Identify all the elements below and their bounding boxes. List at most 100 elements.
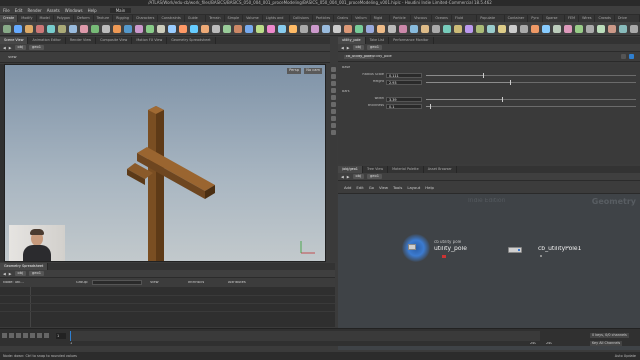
shelf-tab[interactable]: Viscous Fluids bbox=[411, 15, 433, 27]
shelf-tab[interactable]: Sparse Pyro FX bbox=[543, 15, 566, 27]
visualize-icon[interactable] bbox=[331, 123, 336, 128]
shelf-tab[interactable]: Grains bbox=[334, 15, 353, 22]
lock-icon[interactable] bbox=[331, 67, 336, 72]
shelf-tab[interactable]: Modify bbox=[18, 15, 37, 22]
shelf-tab[interactable]: Simple FX bbox=[225, 15, 244, 27]
shelf-tab[interactable]: Vellum bbox=[352, 15, 371, 22]
back-arrow-icon[interactable]: ◀ bbox=[341, 46, 344, 50]
shelf-tool-icon[interactable] bbox=[102, 24, 110, 33]
playhead[interactable] bbox=[70, 331, 71, 341]
tab-render-view[interactable]: Render View bbox=[66, 37, 97, 44]
shelf-tool-icon[interactable] bbox=[223, 24, 231, 33]
rewind-icon[interactable] bbox=[2, 333, 7, 338]
shelf-tool-icon[interactable] bbox=[476, 24, 484, 33]
slider-knob[interactable] bbox=[482, 73, 484, 78]
shelf-tool-icon[interactable] bbox=[212, 24, 220, 33]
view-label[interactable]: View bbox=[8, 56, 17, 60]
shelf-tab[interactable]: Drive Simulation bbox=[615, 15, 640, 27]
play-icon[interactable] bbox=[30, 333, 35, 338]
shelf-tab[interactable]: Wires bbox=[579, 15, 596, 22]
timeline-bar[interactable] bbox=[70, 331, 540, 341]
tab-geometry-spreadsheet-bottom[interactable]: Geometry Spreadsheet bbox=[0, 263, 49, 270]
shelf-tool-icon[interactable] bbox=[586, 24, 594, 33]
menu-layout[interactable]: Layout bbox=[407, 185, 420, 190]
param-value-field[interactable]: 3.39 bbox=[386, 96, 422, 102]
shelf-tab[interactable]: Create bbox=[0, 15, 19, 22]
shelf-tool-icon[interactable] bbox=[465, 24, 473, 33]
shelf-tool-icon[interactable] bbox=[344, 24, 352, 33]
shelf-tab[interactable]: Oceans bbox=[432, 15, 452, 22]
shelf-tab[interactable]: Volume bbox=[243, 15, 263, 22]
shelf-tool-icon[interactable] bbox=[3, 24, 11, 33]
forward-arrow-icon[interactable]: ▶ bbox=[9, 272, 12, 276]
shelf-tool-icon[interactable] bbox=[322, 24, 330, 33]
shelf-tool-icon[interactable] bbox=[14, 24, 22, 33]
shelf-tab[interactable]: Fluid Containers bbox=[452, 15, 478, 27]
shelf-tool-icon[interactable] bbox=[421, 24, 429, 33]
shelf-tab[interactable]: Collisions bbox=[290, 15, 313, 22]
desktop-selector[interactable]: Main bbox=[109, 7, 132, 13]
end-frame-field-2[interactable]: 240 bbox=[546, 342, 552, 345]
menu-assets[interactable]: Assets bbox=[47, 8, 60, 13]
menu-edit[interactable]: Edit bbox=[356, 185, 363, 190]
shelf-tool-icon[interactable] bbox=[597, 24, 605, 33]
camera-icon[interactable] bbox=[331, 95, 336, 100]
shelf-tool-icon[interactable] bbox=[146, 24, 154, 33]
shelf-tool-icon[interactable] bbox=[80, 24, 88, 33]
shelf-tab[interactable]: Texture bbox=[94, 15, 114, 22]
tab-material-palette[interactable]: Material Palette bbox=[388, 166, 424, 173]
shelf-tool-icon[interactable] bbox=[124, 24, 132, 33]
shelf-tool-icon[interactable] bbox=[190, 24, 198, 33]
shelf-tool-icon[interactable] bbox=[47, 24, 55, 33]
step-forward-icon[interactable] bbox=[37, 333, 42, 338]
tab-motion-fx-view[interactable]: Motion FX View bbox=[132, 37, 168, 44]
param-slider[interactable] bbox=[426, 80, 636, 85]
stop-icon[interactable] bbox=[23, 333, 28, 338]
menu-windows[interactable]: Windows bbox=[65, 8, 83, 13]
shelf-tab[interactable]: Guide Process bbox=[185, 15, 207, 27]
shelf-tool-icon[interactable] bbox=[520, 24, 528, 33]
wireframe-icon[interactable] bbox=[331, 88, 336, 93]
shelf-tool-icon[interactable] bbox=[201, 24, 209, 33]
shelf-tool-icon[interactable] bbox=[91, 24, 99, 33]
back-arrow-icon[interactable]: ◀ bbox=[341, 175, 344, 179]
menu-edit[interactable]: Edit bbox=[15, 8, 23, 13]
path-geo1[interactable]: geo1 bbox=[29, 45, 44, 50]
tab-geometry-spreadsheet[interactable]: Geometry Spreadsheet bbox=[167, 37, 216, 44]
menu-add[interactable]: Add bbox=[344, 185, 351, 190]
menu-render[interactable]: Render bbox=[27, 8, 41, 13]
shelf-tool-icon[interactable] bbox=[256, 24, 264, 33]
shelf-tool-icon[interactable] bbox=[333, 24, 341, 33]
scene-viewport[interactable]: Persp No cam bbox=[4, 64, 326, 262]
shelf-tool-icon[interactable] bbox=[531, 24, 539, 33]
shelf-tool-icon[interactable] bbox=[278, 24, 286, 33]
node-utility-pole-label[interactable]: utility_pole bbox=[434, 246, 467, 252]
shelf-tab[interactable]: Container Tools bbox=[505, 15, 529, 27]
back-arrow-icon[interactable]: ◀ bbox=[3, 46, 6, 50]
shelf-tool-icon[interactable] bbox=[399, 24, 407, 33]
shelf-tab[interactable]: Crowds bbox=[595, 15, 615, 22]
shelf-tool-icon[interactable] bbox=[454, 24, 462, 33]
menu-file[interactable]: File bbox=[3, 8, 10, 13]
shelf-tool-icon[interactable] bbox=[267, 24, 275, 33]
forward-arrow-icon[interactable]: ▶ bbox=[347, 175, 350, 179]
end-frame-field[interactable]: 240 bbox=[530, 342, 536, 345]
shelf-tool-icon[interactable] bbox=[113, 24, 121, 33]
shelf-tab[interactable]: Characters bbox=[133, 15, 159, 22]
shelf-tab[interactable]: Populate Containers bbox=[477, 15, 505, 27]
tab-network-editor[interactable]: /obj/geo1 bbox=[338, 166, 363, 173]
path-obj[interactable]: obj bbox=[14, 45, 27, 50]
param-section-header[interactable]: Base bbox=[342, 66, 350, 69]
path-obj[interactable]: obj bbox=[14, 271, 27, 276]
network-editor[interactable]: Indie Edition Geometry cb utility pole u… bbox=[338, 194, 640, 350]
slider-knob[interactable] bbox=[430, 104, 432, 109]
shelf-tool-icon[interactable] bbox=[311, 24, 319, 33]
shelf-tool-icon[interactable] bbox=[25, 24, 33, 33]
path-geo1[interactable]: geo1 bbox=[29, 271, 44, 276]
shelf-tool-icon[interactable] bbox=[355, 24, 363, 33]
shelf-tool-icon[interactable] bbox=[498, 24, 506, 33]
tab-tree-view[interactable]: Tree View bbox=[363, 166, 389, 173]
shelf-tool-icon[interactable] bbox=[245, 24, 253, 33]
shelf-tool-icon[interactable] bbox=[168, 24, 176, 33]
tab-take-list[interactable]: Take List bbox=[366, 37, 390, 44]
